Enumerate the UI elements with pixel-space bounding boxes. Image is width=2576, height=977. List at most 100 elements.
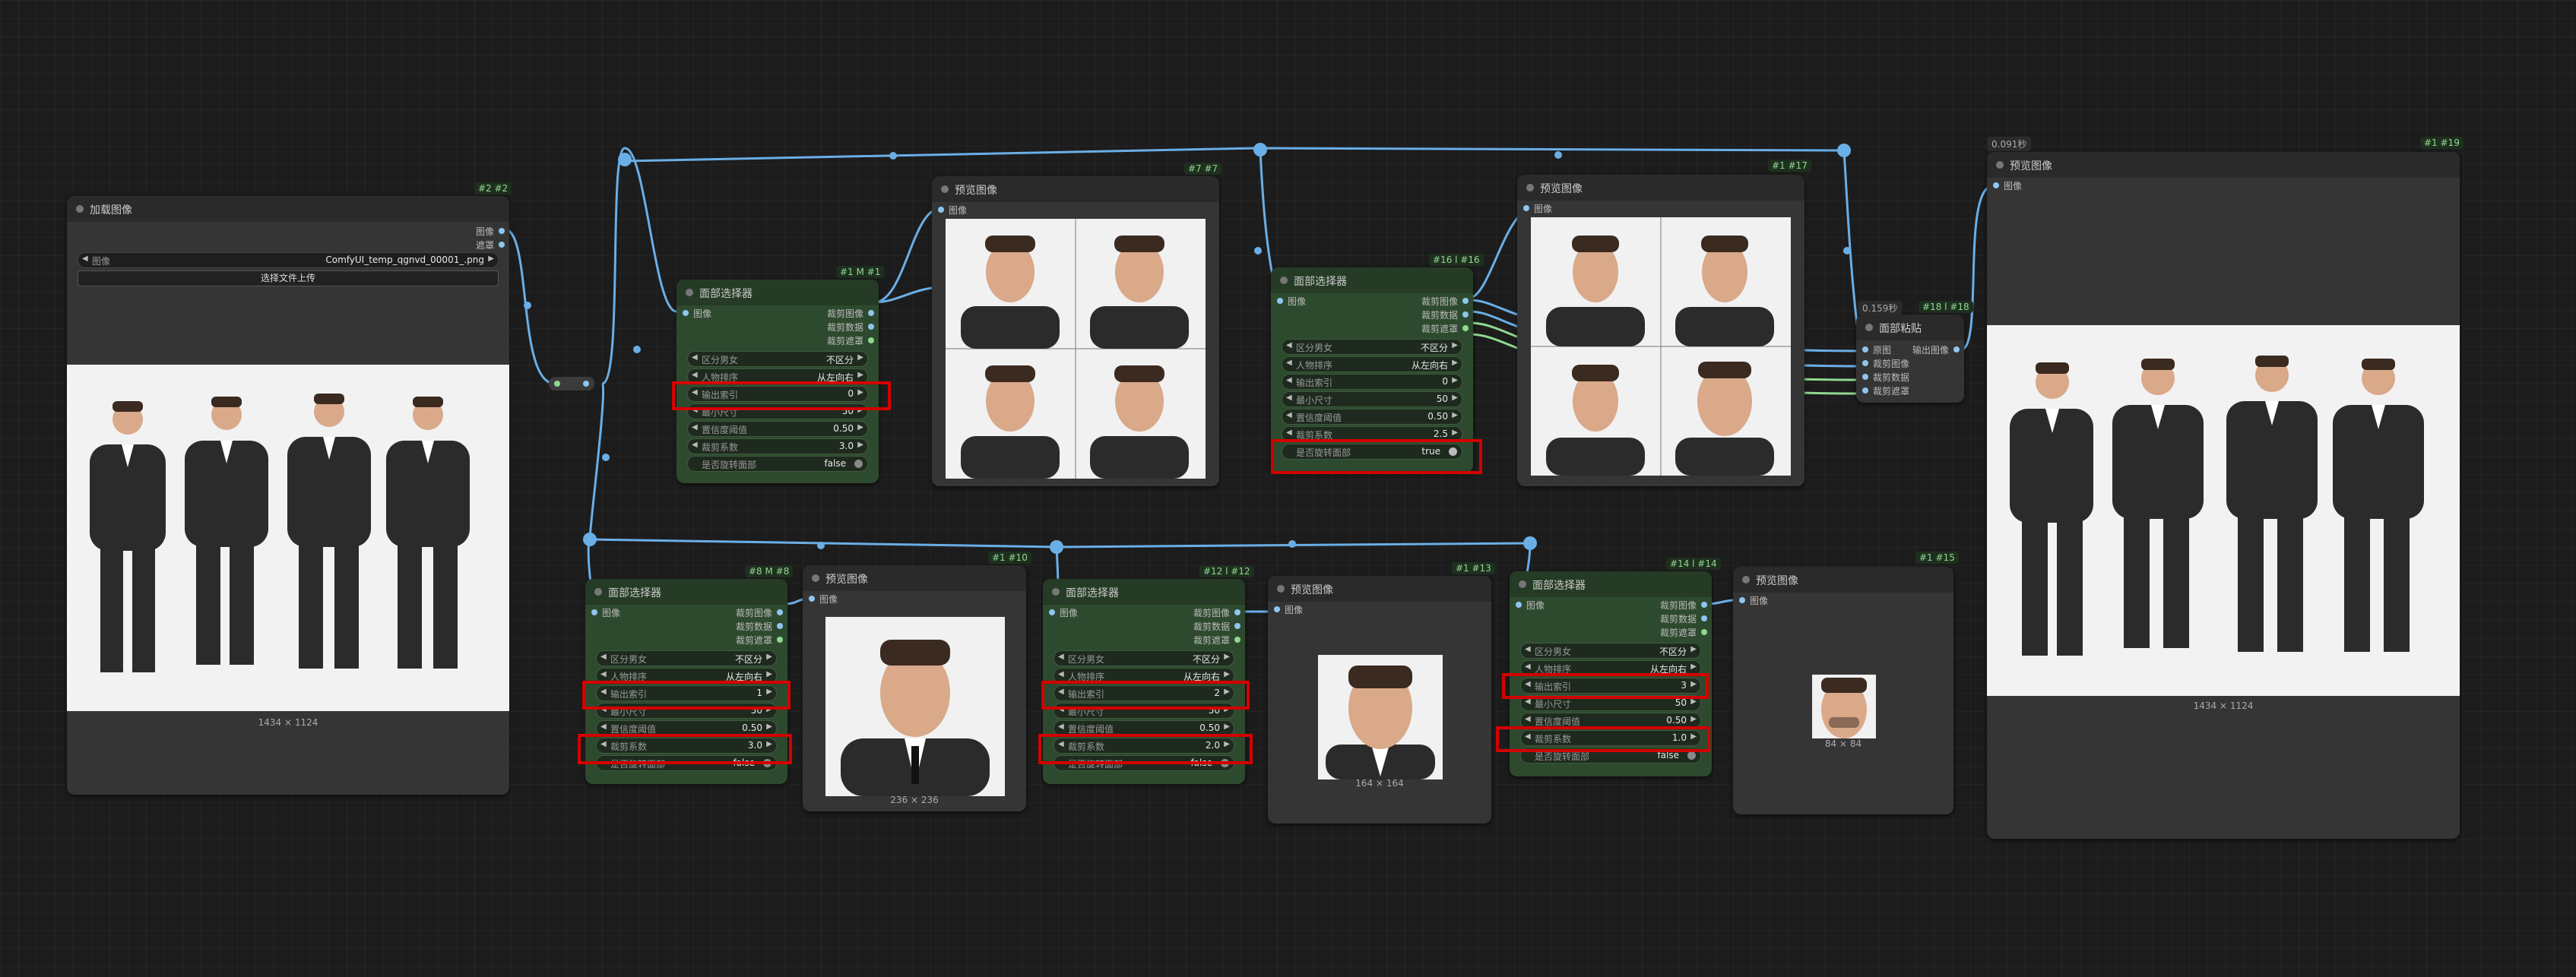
collapse-dot-icon[interactable] xyxy=(1280,277,1288,284)
arrow-right-icon[interactable]: ▶ xyxy=(1452,428,1458,437)
node-header[interactable]: 面部粘贴 xyxy=(1856,315,1964,340)
confidence-input[interactable]: ◀ 置信度阈值 0.50 ▶ xyxy=(687,421,868,437)
arrow-left-icon[interactable]: ◀ xyxy=(1286,376,1292,384)
arrow-right-icon[interactable]: ▶ xyxy=(857,353,863,362)
min-size-input[interactable]: ◀ 最小尺寸 50 ▶ xyxy=(1282,391,1462,407)
node-preview-13[interactable]: 预览图像 图像 164 × 164 xyxy=(1268,576,1491,824)
index-input[interactable]: ◀ 输出索引 0 ▶ xyxy=(1282,374,1462,390)
gender-select[interactable]: ◀ 区分男女 不区分 ▶ xyxy=(1282,339,1462,355)
output-crop-data[interactable]: 裁剪数据 xyxy=(1421,308,1473,321)
arrow-left-icon[interactable]: ◀ xyxy=(1058,653,1064,661)
collapse-dot-icon[interactable] xyxy=(1742,576,1750,583)
arrow-left-icon[interactable]: ◀ xyxy=(1286,394,1292,402)
output-crop-data[interactable]: 裁剪数据 xyxy=(736,620,787,633)
arrow-left-icon[interactable]: ◀ xyxy=(692,371,698,379)
input-image[interactable]: 图像 xyxy=(676,307,711,320)
arrow-left-icon[interactable]: ◀ xyxy=(692,423,698,432)
node-load-image[interactable]: 加载图像 图像 遮罩 ◀ 图像 ComfyUI_temp_qgnvd_00001… xyxy=(67,196,509,795)
arrow-right-icon[interactable]: ▶ xyxy=(1224,653,1230,661)
reroute-slot-icon[interactable] xyxy=(554,381,560,387)
input-crop-mask[interactable]: 裁剪遮罩 xyxy=(1856,384,1909,397)
collapse-dot-icon[interactable] xyxy=(76,205,84,213)
collapse-dot-icon[interactable] xyxy=(812,574,819,582)
reroute-slot-icon[interactable] xyxy=(583,381,589,387)
node-header[interactable]: 面部选择器 xyxy=(1043,579,1245,605)
toggle-knob-icon[interactable] xyxy=(854,460,863,468)
output-crop-mask[interactable]: 裁剪遮罩 xyxy=(736,634,787,647)
arrow-left-icon[interactable]: ◀ xyxy=(1286,359,1292,367)
collapse-dot-icon[interactable] xyxy=(1526,184,1534,191)
crop-factor-input[interactable]: ◀ 裁剪系数 3.0 ▶ xyxy=(687,438,868,454)
output-crop-image[interactable]: 裁剪图像 xyxy=(1421,295,1473,308)
node-header[interactable]: 加载图像 xyxy=(67,196,509,222)
upload-button[interactable]: 选择文件上传 xyxy=(78,270,499,286)
arrow-left-icon[interactable]: ◀ xyxy=(1058,722,1064,731)
input-crop-data[interactable]: 裁剪数据 xyxy=(1856,371,1909,384)
node-preview-19[interactable]: 预览图像 图像 1434 × 1124 xyxy=(1987,152,2460,839)
output-crop-image[interactable]: 裁剪图像 xyxy=(1660,599,1712,612)
arrow-left-icon[interactable]: ◀ xyxy=(1286,341,1292,349)
output-crop-mask[interactable]: 裁剪遮罩 xyxy=(1660,626,1712,639)
node-face-paste[interactable]: 面部粘贴 原图 输出图像 裁剪图像 裁剪数据 裁剪遮罩 xyxy=(1856,315,1964,403)
output-image[interactable]: 输出图像 xyxy=(1912,343,1964,356)
input-image[interactable]: 图像 xyxy=(1271,295,1306,308)
arrow-right-icon[interactable]: ▶ xyxy=(1452,341,1458,349)
collapse-dot-icon[interactable] xyxy=(1277,585,1285,593)
arrow-right-icon[interactable]: ▶ xyxy=(766,670,772,678)
input-image[interactable]: 图像 xyxy=(1043,606,1078,619)
arrow-right-icon[interactable]: ▶ xyxy=(1452,394,1458,402)
arrow-left-icon[interactable]: ◀ xyxy=(1525,662,1531,671)
arrow-right-icon[interactable]: ▶ xyxy=(857,371,863,379)
arrow-right-icon[interactable]: ▶ xyxy=(1690,715,1697,723)
output-image[interactable]: 图像 xyxy=(476,225,509,238)
arrow-right-icon[interactable]: ▶ xyxy=(1224,722,1230,731)
arrow-right-icon[interactable]: ▶ xyxy=(1452,411,1458,419)
node-header[interactable]: 预览图像 xyxy=(1987,152,2460,178)
output-crop-data[interactable]: 裁剪数据 xyxy=(1193,620,1245,633)
node-header[interactable]: 预览图像 xyxy=(1268,576,1491,602)
input-crop-image[interactable]: 裁剪图像 xyxy=(1856,357,1909,370)
output-crop-image[interactable]: 裁剪图像 xyxy=(736,606,787,619)
image-select[interactable]: ◀ 图像 ComfyUI_temp_qgnvd_00001_.png ▶ xyxy=(78,252,499,268)
arrow-left-icon[interactable]: ◀ xyxy=(600,670,607,678)
arrow-left-icon[interactable]: ◀ xyxy=(600,653,607,661)
node-preview-7[interactable]: 预览图像 图像 xyxy=(932,176,1219,486)
arrow-left-icon[interactable]: ◀ xyxy=(1286,428,1292,437)
arrow-left-icon[interactable]: ◀ xyxy=(1286,411,1292,419)
input-original[interactable]: 原图 xyxy=(1856,343,1891,356)
collapse-dot-icon[interactable] xyxy=(1996,161,2004,169)
gender-select[interactable]: ◀ 区分男女 不区分 ▶ xyxy=(1054,650,1234,666)
output-crop-image[interactable]: 裁剪图像 xyxy=(827,307,879,320)
node-header[interactable]: 面部选择器 xyxy=(1271,267,1473,293)
collapse-dot-icon[interactable] xyxy=(941,185,949,193)
confidence-input[interactable]: ◀ 置信度阈值 0.50 ▶ xyxy=(1282,409,1462,425)
collapse-dot-icon[interactable] xyxy=(1052,588,1060,596)
arrow-left-icon[interactable]: ◀ xyxy=(600,722,607,731)
arrow-left-icon[interactable]: ◀ xyxy=(692,353,698,362)
collapse-dot-icon[interactable] xyxy=(1865,324,1873,331)
node-header[interactable]: 预览图像 xyxy=(932,176,1219,202)
input-image[interactable]: 图像 xyxy=(1268,603,1303,616)
arrow-right-icon[interactable]: ▶ xyxy=(766,653,772,661)
node-header[interactable]: 面部选择器 xyxy=(1510,571,1712,597)
input-image[interactable]: 图像 xyxy=(585,606,620,619)
toggle-knob-icon[interactable] xyxy=(1687,751,1696,760)
node-preview-10[interactable]: 预览图像 图像 236 × 236 xyxy=(803,565,1026,811)
output-mask[interactable]: 遮罩 xyxy=(476,239,509,251)
arrow-right-icon[interactable]: ▶ xyxy=(766,722,772,731)
output-crop-mask[interactable]: 裁剪遮罩 xyxy=(1193,634,1245,647)
output-crop-mask[interactable]: 裁剪遮罩 xyxy=(1421,322,1473,335)
node-preview-15[interactable]: 预览图像 图像 84 × 84 xyxy=(1733,567,1953,814)
input-image[interactable]: 图像 xyxy=(1733,594,1768,607)
node-header[interactable]: 面部选择器 xyxy=(585,579,787,605)
node-header[interactable]: 预览图像 xyxy=(803,565,1026,591)
collapse-dot-icon[interactable] xyxy=(686,289,693,296)
arrow-right-icon[interactable]: ▶ xyxy=(857,423,863,432)
arrow-right-icon[interactable]: ▶ xyxy=(1690,645,1697,653)
input-image[interactable]: 图像 xyxy=(1510,599,1545,612)
collapse-dot-icon[interactable] xyxy=(1519,580,1526,588)
input-image[interactable]: 图像 xyxy=(1517,202,1552,215)
arrow-right-icon[interactable]: ▶ xyxy=(1690,662,1697,671)
node-header[interactable]: 面部选择器 xyxy=(676,280,879,305)
arrow-left-icon[interactable]: ◀ xyxy=(1525,645,1531,653)
